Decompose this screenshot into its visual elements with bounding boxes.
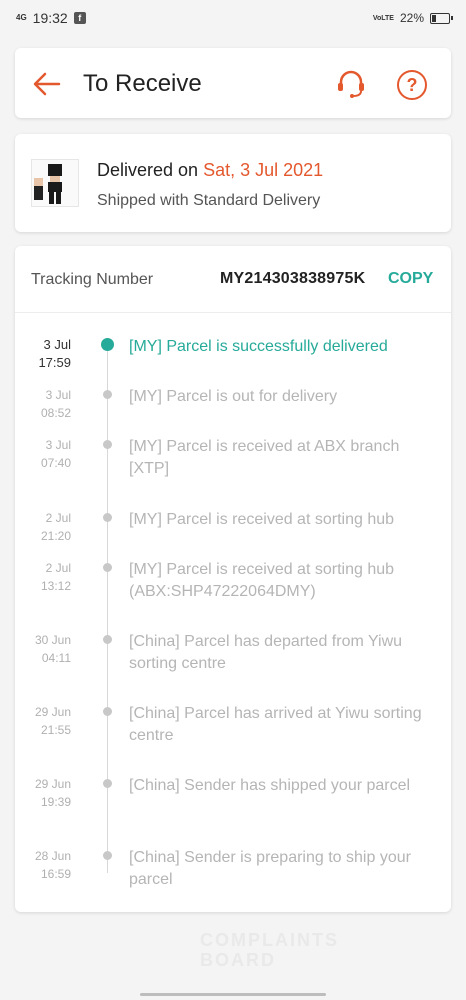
watermark-line: BOARD [200, 950, 276, 970]
event-description: [China] Sender is preparing to ship your… [129, 849, 411, 888]
page-title: To Receive [83, 70, 202, 97]
event-timestamp: 2 Jul 13:12 [15, 559, 71, 595]
event-dot [103, 851, 112, 860]
event-description: [MY] Parcel is received at ABX branch [X… [129, 438, 400, 477]
event-timestamp: 30 Jun 04:11 [15, 631, 71, 667]
tracking-panel: Tracking Number MY214303838975K COPY 3 J… [15, 246, 451, 912]
network-indicator: 4G [16, 13, 27, 22]
event-dot [103, 390, 112, 399]
home-indicator[interactable] [140, 993, 326, 996]
copy-button[interactable]: COPY [388, 270, 433, 288]
event-date: 28 Jun [34, 849, 71, 863]
tracking-header: Tracking Number MY214303838975K COPY [15, 246, 451, 313]
facebook-icon: f [73, 12, 86, 24]
timeline-line [107, 346, 108, 873]
headset-icon [338, 70, 364, 98]
status-bar-right: VoLTE 22% [372, 11, 453, 25]
event-date: 2 Jul [45, 561, 71, 575]
event-description: [China] Sender has shipped your parcel [129, 777, 411, 794]
event-date: 29 Jun [34, 705, 71, 719]
battery-icon [430, 12, 453, 24]
tracking-number: MY214303838975K [220, 270, 366, 287]
page-header: To Receive ? [15, 48, 451, 118]
event-description: [MY] Parcel is out for delivery [129, 388, 338, 405]
event-dot [101, 338, 114, 351]
back-button[interactable] [31, 68, 63, 100]
status-bar-left: 4G 19:32 f [16, 10, 86, 26]
event-time: 08:52 [40, 406, 71, 420]
watermark-line: COMPLAINTS [200, 930, 339, 950]
event-time: 13:12 [40, 579, 71, 593]
event-dot [103, 440, 112, 449]
event-timestamp: 29 Jun 21:55 [15, 703, 71, 739]
event-time: 07:40 [40, 456, 71, 470]
event-dot [103, 635, 112, 644]
event-date: 3 Jul [45, 388, 71, 402]
help-button[interactable]: ? [397, 70, 427, 100]
event-dot [103, 563, 112, 572]
event-dot [103, 779, 112, 788]
event-dot [103, 513, 112, 522]
event-timestamp: 28 Jun 16:59 [15, 847, 71, 883]
event-description: [MY] Parcel is received at sorting hub (… [129, 561, 395, 600]
delivered-status: Delivered on Sat, 3 Jul 2021 [97, 160, 323, 181]
event-time: 04:11 [41, 651, 71, 665]
back-arrow-icon [33, 72, 61, 96]
delivered-date: Sat, 3 Jul 2021 [203, 160, 324, 180]
event-time: 21:20 [40, 529, 71, 543]
event-time: 16:59 [40, 867, 71, 881]
tracking-number-label: Tracking Number [31, 271, 154, 288]
delivered-label: Delivered on [97, 160, 204, 180]
event-date: 2 Jul [45, 511, 71, 525]
product-thumbnail [31, 159, 79, 207]
delivery-summary[interactable]: Delivered on Sat, 3 Jul 2021 Shipped wit… [15, 134, 451, 232]
clock: 19:32 [32, 10, 68, 26]
volte-icon: VoLTE [372, 14, 394, 22]
event-date: 3 Jul [45, 438, 71, 452]
question-icon: ? [406, 74, 418, 95]
event-time: 21:55 [40, 723, 71, 737]
event-timestamp: 3 Jul 08:52 [15, 386, 71, 422]
status-bar: 4G 19:32 f VoLTE 22% [0, 0, 466, 36]
event-description: [MY] Parcel is received at sorting hub [129, 511, 395, 528]
shipping-method: Shipped with Standard Delivery [97, 192, 321, 209]
event-timestamp: 2 Jul 21:20 [15, 509, 71, 545]
event-timestamp: 29 Jun 19:39 [15, 775, 71, 811]
event-description: [China] Parcel has arrived at Yiwu sorti… [129, 705, 422, 744]
event-description: [MY] Parcel is successfully delivered [129, 338, 388, 355]
battery-percent: 22% [399, 11, 424, 25]
event-date: 29 Jun [34, 777, 71, 791]
event-time: 19:39 [40, 795, 71, 809]
customer-support-button[interactable] [333, 66, 369, 102]
event-timestamp: 3 Jul 07:40 [15, 436, 71, 472]
event-dot [103, 707, 112, 716]
event-date: 30 Jun [34, 633, 71, 647]
event-date: 3 Jul [43, 337, 71, 352]
event-timestamp: 3 Jul 17:59 [15, 336, 71, 372]
event-description: [China] Parcel has departed from Yiwu so… [129, 633, 403, 672]
event-time: 17:59 [38, 355, 71, 370]
watermark: COMPLAINTS BOARD [200, 930, 339, 970]
